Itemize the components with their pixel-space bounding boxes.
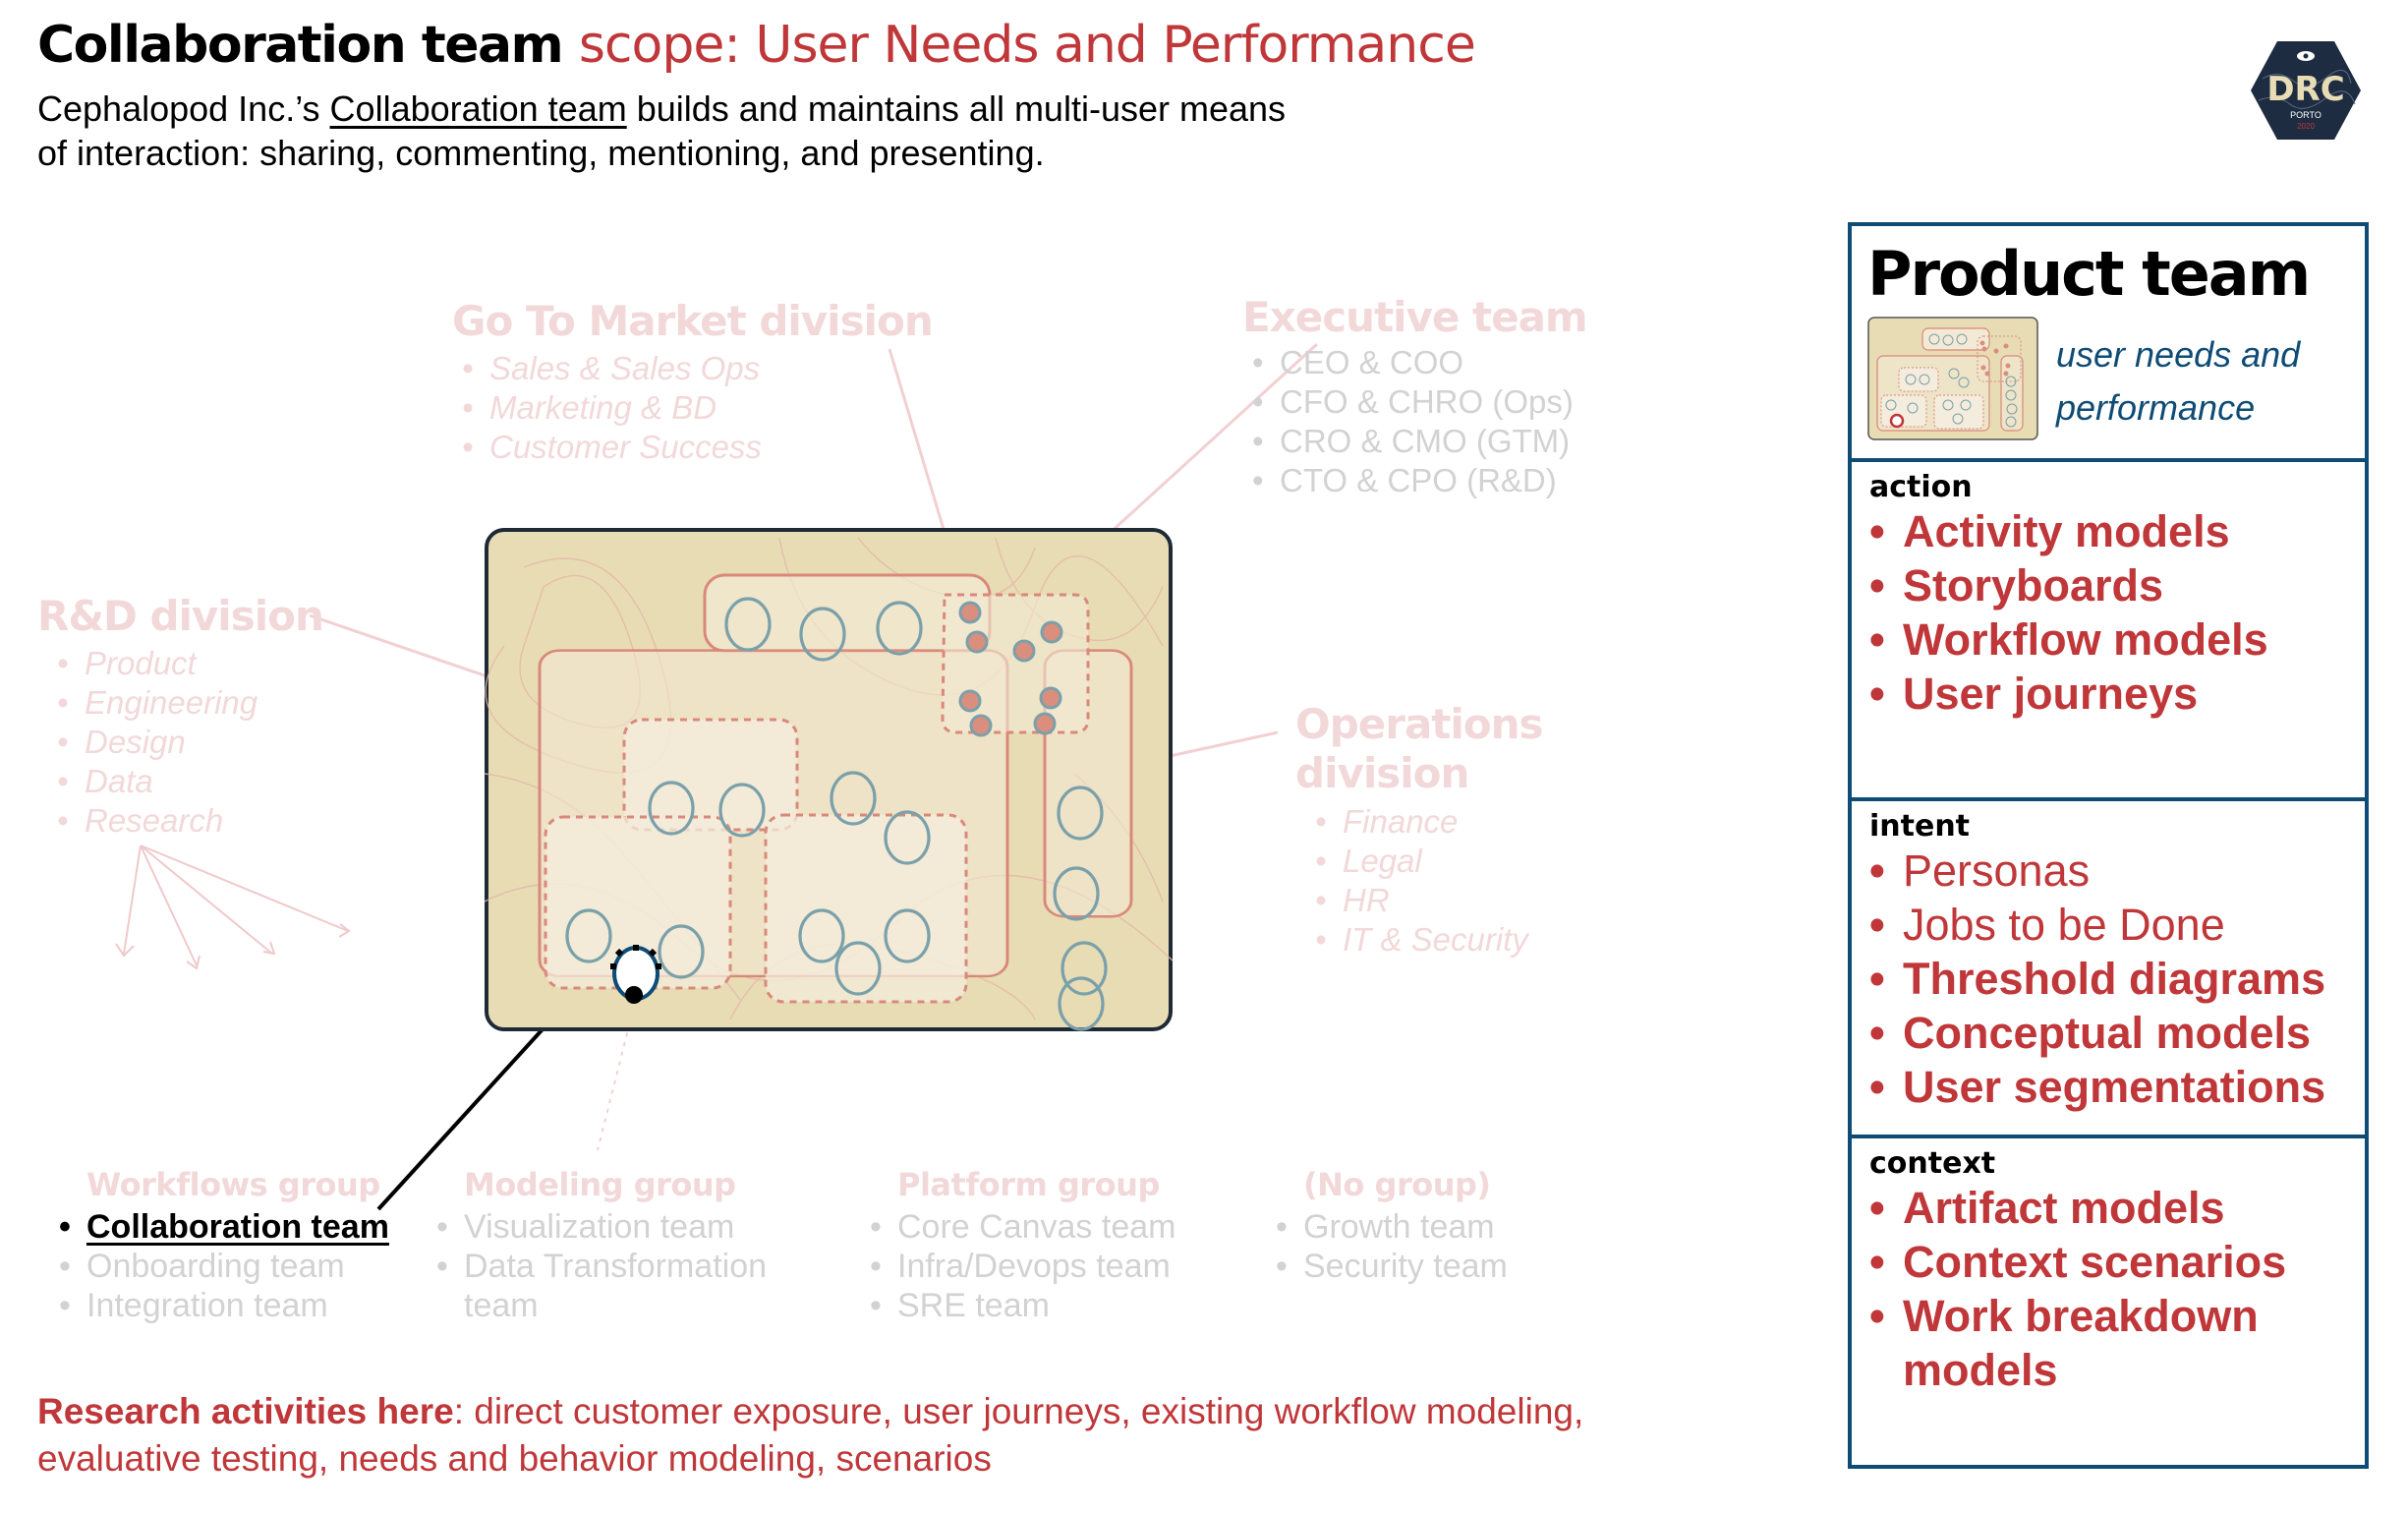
group-team-item: Security team (1266, 1247, 1659, 1286)
platform-group: Platform group Core Canvas team Infra/De… (860, 1166, 1253, 1325)
executive-team: Executive team CEO & COO CFO & CHRO (Ops… (1242, 293, 1588, 500)
artifact-item: Context scenarios (1852, 1235, 2365, 1289)
exec-item: CRO & CMO (GTM) (1242, 422, 1587, 461)
panel-title: Product team (1867, 238, 2311, 310)
org-map (484, 528, 1174, 1031)
operations-division: Operations division Finance Legal HR IT … (1295, 700, 1544, 960)
panel-caption: user needs and performance (2056, 328, 2300, 435)
workflows-group-title: Workflows group (86, 1166, 380, 1203)
section-label: intent (1869, 809, 1971, 844)
logo-city: PORTO (2290, 110, 2322, 120)
logo-year: 2020 (2297, 122, 2315, 131)
ops-item: IT & Security (1305, 920, 1543, 960)
gtm-item: Marketing & BD (452, 388, 933, 428)
logo-text: DRC (2266, 70, 2344, 109)
rnd-item: Research (47, 801, 323, 841)
group-team-item: Onboarding team (49, 1247, 403, 1286)
ops-item: HR (1305, 881, 1543, 920)
no-group-title: (No group) (1303, 1166, 1491, 1203)
gtm-division-title: Go To Market division (452, 297, 934, 345)
panel-section-intent: intent Personas Jobs to be Done Threshol… (1852, 797, 2365, 1135)
ops-item: Legal (1305, 842, 1543, 881)
drc-logo: DRC PORTO 2020 (2249, 39, 2363, 142)
operations-title-line1: Operations (1295, 700, 1544, 748)
panel-caption-line1: user needs and (2056, 334, 2301, 375)
operations-title-line2: division (1295, 749, 1469, 797)
team-box-platform (764, 813, 968, 1004)
artifact-item: Threshold diagrams (1852, 952, 2365, 1006)
research-activities: Research activities here: direct custome… (37, 1388, 1610, 1483)
group-team-item: SRE team (860, 1286, 1253, 1325)
artifact-item: User journeys (1852, 667, 2365, 721)
executive-team-title: Executive team (1242, 293, 1588, 341)
artifact-item: Storyboards (1852, 558, 2365, 612)
group-team-item: Data Transformation team (427, 1247, 798, 1325)
no-group: (No group) Growth team Security team (1266, 1166, 1659, 1286)
modeling-group-title: Modeling group (464, 1166, 736, 1203)
product-team-panel: Product team user needs and performance (1848, 222, 2369, 1469)
artifact-item: Conceptual models (1852, 1006, 2365, 1060)
rnd-item: Design (47, 723, 323, 762)
artifact-item: Personas (1852, 844, 2365, 898)
gtm-division: Go To Market division Sales & Sales Ops … (452, 297, 934, 467)
artifact-item: Jobs to be Done (1852, 898, 2365, 952)
group-team-item: Core Canvas team (860, 1207, 1253, 1247)
section-label: action (1869, 470, 1973, 504)
group-team-item: Growth team (1266, 1207, 1659, 1247)
rnd-item: Engineering (47, 683, 323, 723)
platform-group-title: Platform group (897, 1166, 1160, 1203)
group-team-item: Visualization team (427, 1207, 820, 1247)
ops-item: Finance (1305, 802, 1543, 842)
panel-map-thumbnail (1867, 317, 2038, 440)
panel-section-action: action Activity models Storyboards Workf… (1852, 458, 2365, 797)
thumbnail-highlight-node (1889, 413, 1905, 429)
artifact-item: Work breakdown models (1852, 1289, 2316, 1397)
collaboration-team-item[interactable]: Collaboration team (49, 1207, 403, 1247)
modeling-group: Modeling group Visualization team Data T… (427, 1166, 820, 1325)
exec-item: CTO & CPO (R&D) (1242, 461, 1587, 500)
rnd-item: Data (47, 762, 323, 801)
artifact-item: Workflow models (1852, 612, 2365, 667)
exec-item: CFO & CHRO (Ops) (1242, 382, 1587, 422)
workflows-group: Workflows group Collaboration team Onboa… (49, 1166, 403, 1325)
panel-section-context: context Artifact models Context scenario… (1852, 1135, 2365, 1469)
artifact-item: User segmentations (1852, 1060, 2365, 1114)
research-label: Research activities here (37, 1391, 454, 1431)
section-label: context (1869, 1146, 1996, 1181)
artifact-item: Activity models (1852, 504, 2365, 558)
panel-caption-line2: performance (2056, 387, 2256, 428)
gtm-item: Sales & Sales Ops (452, 349, 933, 388)
exec-item: CEO & COO (1242, 343, 1587, 382)
group-team-item: Integration team (49, 1286, 403, 1325)
gtm-item: Customer Success (452, 428, 933, 467)
rnd-item: Product (47, 644, 323, 683)
group-team-item: Infra/Devops team (860, 1247, 1253, 1286)
eye-icon (2297, 51, 2315, 61)
artifact-item: Artifact models (1852, 1181, 2365, 1235)
rnd-division: R&D division Product Engineering Design … (37, 592, 324, 841)
research-arrows (115, 844, 351, 970)
rnd-division-title: R&D division (37, 592, 324, 640)
